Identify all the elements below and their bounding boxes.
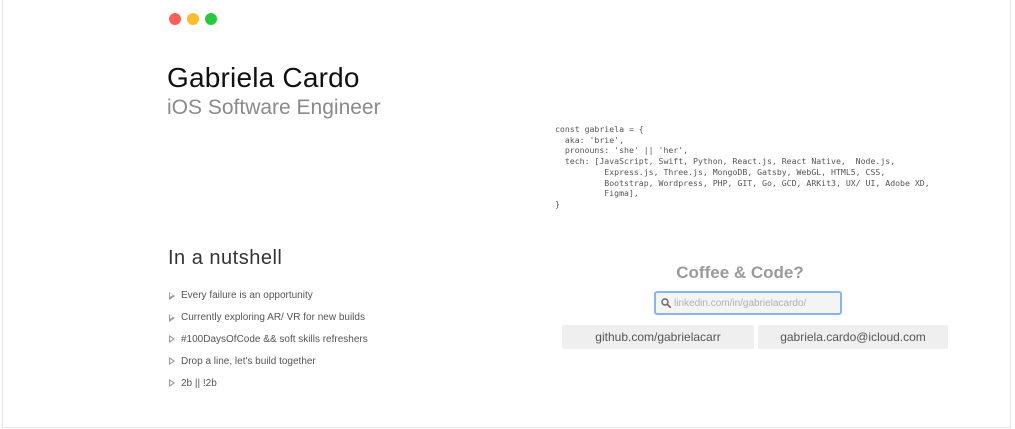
- list-item-label: Drop a line, let's build together: [181, 355, 316, 367]
- search-icon: [661, 298, 671, 308]
- list-item-label: #100DaysOfCode && soft skills refreshers: [181, 333, 368, 345]
- list-item: Drop a line, let's build together: [169, 350, 368, 372]
- list-item: #100DaysOfCode && soft skills refreshers: [169, 329, 368, 351]
- list-item-label: Every failure is an opportunity: [181, 290, 313, 302]
- page-frame: [2, 0, 1011, 428]
- list-item-label: 2b || !2b: [181, 377, 217, 389]
- window-controls: [169, 13, 217, 25]
- minimize-window-button[interactable]: [187, 13, 199, 25]
- profile-role: iOS Software Engineer: [167, 96, 381, 119]
- triangle-bullet-icon: [169, 357, 175, 366]
- list-item-label: Currently exploring AR/ VR for new build…: [181, 312, 365, 324]
- linkedin-input[interactable]: [674, 297, 834, 309]
- triangle-bullet-icon: [169, 379, 175, 388]
- triangle-bullet-icon: [169, 291, 175, 300]
- nutshell-heading: In a nutshell: [168, 247, 283, 269]
- close-window-button[interactable]: [169, 13, 181, 25]
- maximize-window-button[interactable]: [205, 13, 217, 25]
- github-button[interactable]: github.com/gabrielacarr: [562, 325, 754, 349]
- nutshell-list: Every failure is an opportunity Currentl…: [169, 285, 368, 394]
- list-item: 2b || !2b: [169, 372, 368, 394]
- triangle-bullet-icon: [169, 335, 175, 344]
- contact-heading: Coffee & Code?: [676, 263, 804, 282]
- list-item: Currently exploring AR/ VR for new build…: [169, 307, 368, 329]
- list-item: Every failure is an opportunity: [169, 285, 368, 307]
- code-snippet: const gabriela = { aka: 'brie', pronouns…: [555, 124, 930, 209]
- profile-name: Gabriela Cardo: [167, 62, 360, 93]
- email-button[interactable]: gabriela.cardo@icloud.com: [758, 325, 948, 349]
- triangle-bullet-icon: [169, 313, 175, 322]
- linkedin-field[interactable]: [654, 291, 842, 315]
